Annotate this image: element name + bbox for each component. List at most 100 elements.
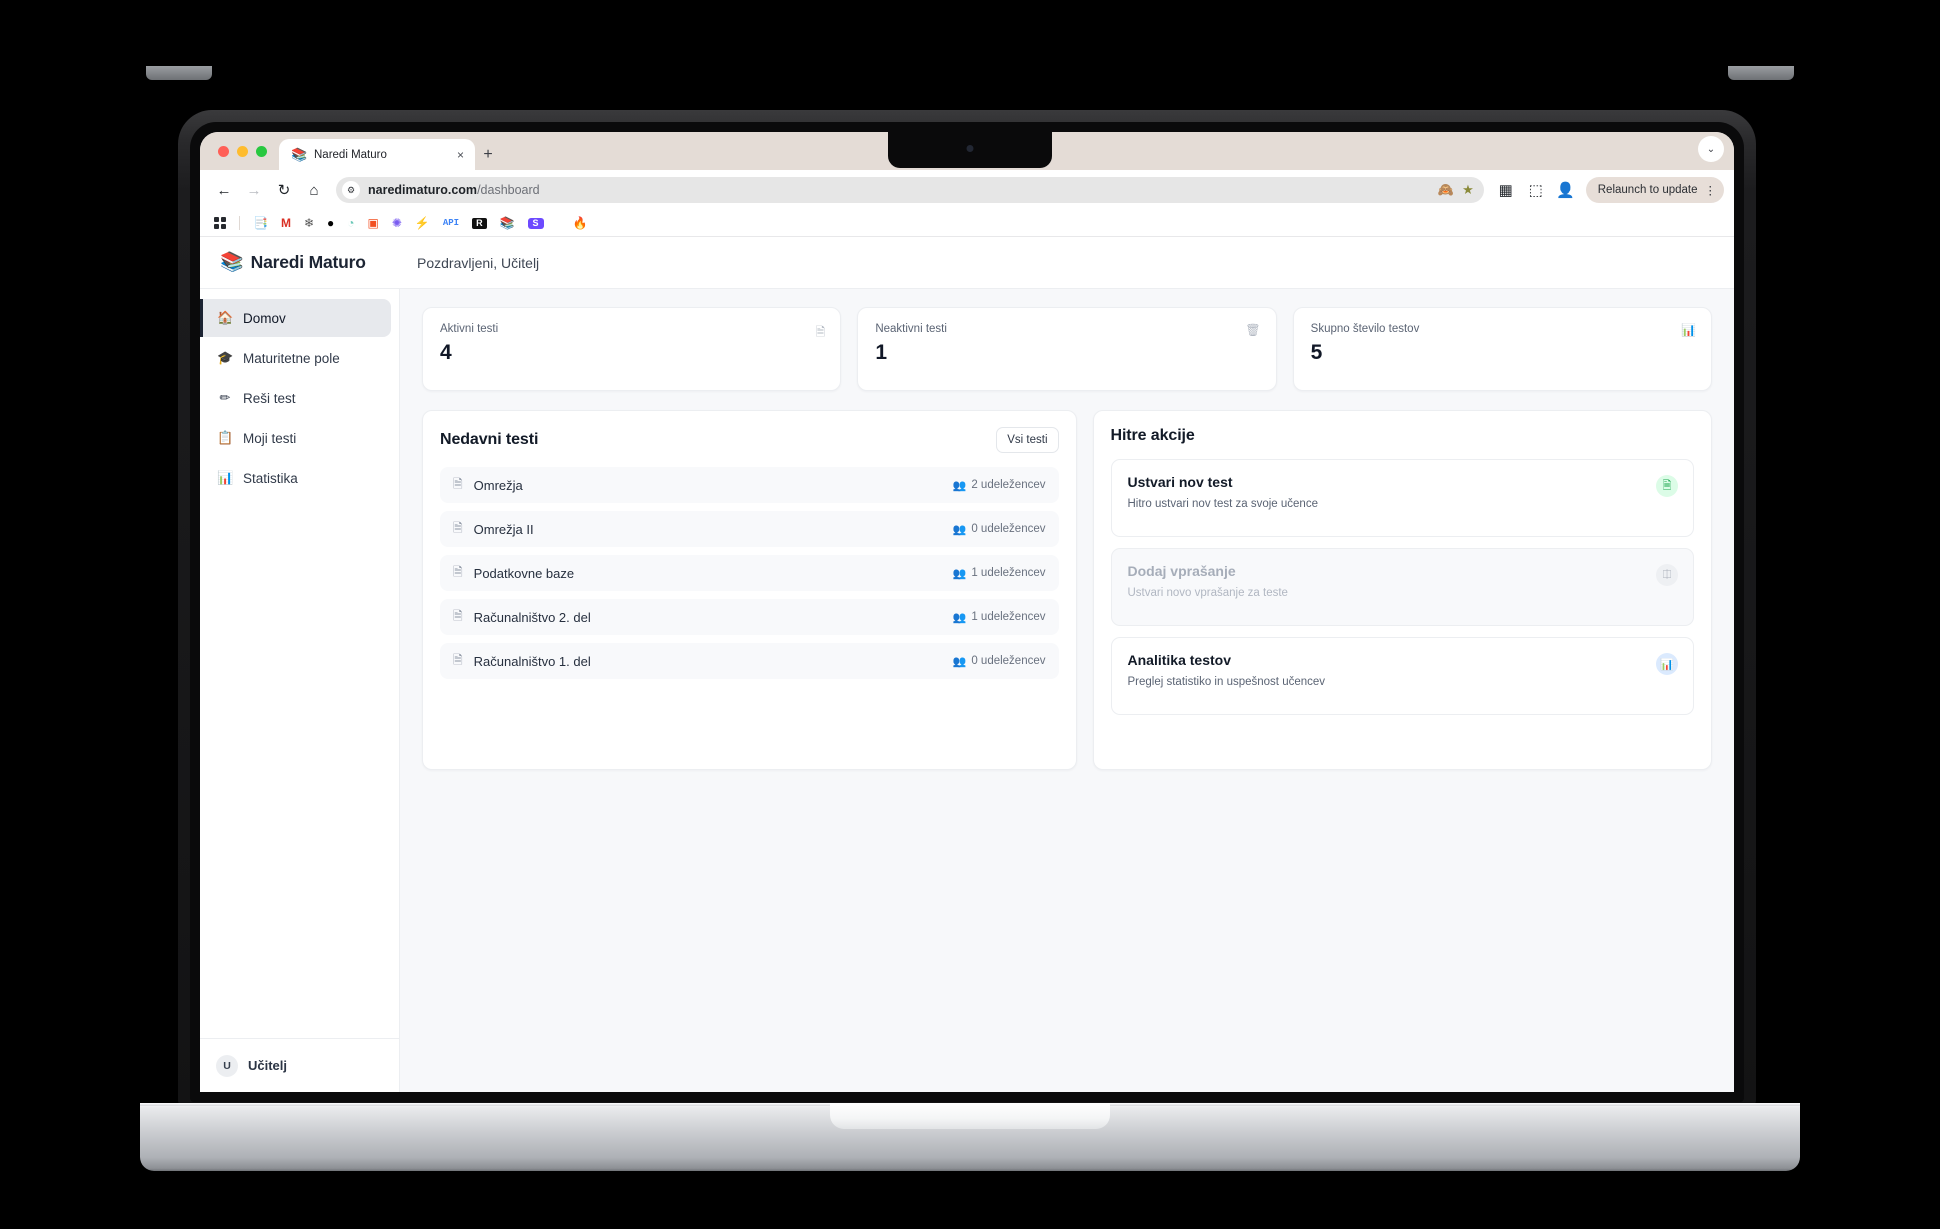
bookmark-firebase-icon[interactable]: 🔥 bbox=[573, 217, 588, 229]
address-bar-domain: naredimaturo.com bbox=[368, 183, 478, 197]
new-tab-button[interactable]: + bbox=[475, 139, 501, 170]
clipboard-icon: 📋 bbox=[217, 430, 234, 445]
bookmark-r-icon[interactable]: R bbox=[472, 217, 487, 229]
home-button[interactable]: ⌂ bbox=[300, 176, 328, 204]
document-icon: 🗎 bbox=[453, 564, 463, 579]
reload-button[interactable]: ↻ bbox=[270, 176, 298, 204]
action-title: Ustvari nov test bbox=[1127, 474, 1233, 490]
bookmark-api-icon[interactable]: API bbox=[443, 218, 459, 228]
action-card-analitika-testov[interactable]: Analitika testov Preglej statistiko in u… bbox=[1110, 637, 1694, 715]
test-item-left: 🗎 Omrežja II bbox=[453, 519, 534, 540]
brand-logo[interactable]: 📚 Naredi Maturo bbox=[200, 252, 400, 273]
tab-title: Naredi Maturo bbox=[314, 148, 387, 161]
laptop-base bbox=[140, 1103, 1800, 1171]
panel-title: Nedavni testi bbox=[440, 431, 539, 448]
bar-chart-icon: 📊 bbox=[217, 470, 234, 485]
apps-grid-icon[interactable] bbox=[214, 217, 226, 229]
people-icon: 👥 bbox=[952, 523, 967, 536]
panels-row: Nedavni testi Vsi testi 🗎 Omrežja 👥 2 ud… bbox=[422, 410, 1712, 770]
sidebar-item-statistika[interactable]: 📊 Statistika bbox=[200, 459, 391, 497]
tracking-protection-icon[interactable]: 🙈 bbox=[1438, 182, 1454, 198]
participants-count: 1 udeležencev bbox=[971, 567, 1046, 579]
stat-label: Aktivni testi bbox=[440, 323, 499, 335]
bookmark-google-docs-icon[interactable]: 📑 bbox=[253, 217, 268, 229]
bookmark-star-icon[interactable]: ★ bbox=[1462, 182, 1474, 198]
sidebar-item-maturitetne-pole[interactable]: 🎓 Maturitetne pole bbox=[200, 339, 391, 377]
participants-count: 1 udeležencev bbox=[971, 611, 1046, 623]
people-icon: 👥 bbox=[952, 611, 967, 624]
profile-avatar-icon[interactable]: 👤 bbox=[1552, 176, 1580, 204]
bookmark-chatgpt-icon[interactable]: ✺ bbox=[392, 217, 402, 229]
stat-label: Skupno število testov bbox=[1310, 323, 1420, 335]
action-card-dodaj-vprasanje: Dodaj vprašanje Ustvari novo vprašanje z… bbox=[1110, 548, 1694, 626]
participants-count: 0 udeležencev bbox=[971, 523, 1046, 535]
bookmark-mint-icon[interactable]: ◔ bbox=[347, 217, 354, 229]
maximize-window-button[interactable] bbox=[256, 145, 267, 157]
laptop-notch bbox=[888, 132, 1052, 168]
graduation-cap-icon: 🎓 bbox=[217, 350, 234, 365]
sidebar-item-label: Statistika bbox=[243, 470, 298, 486]
forward-button[interactable]: → bbox=[240, 176, 268, 204]
bookmarks-bar: 📑 M ❄ ● ◔ ▣ ✺ ⚡ API R 📚 S 🔥 bbox=[200, 210, 1734, 237]
test-participants: 👥 0 udeležencev bbox=[953, 655, 1046, 668]
sidebar-item-resi-test[interactable]: ✏ Reši test bbox=[200, 379, 391, 417]
test-list-item[interactable]: 🗎 Omrežja II 👥 0 udeležencev bbox=[440, 511, 1059, 547]
sidebar-user-profile[interactable]: U Učitelj bbox=[200, 1038, 399, 1092]
extensions-icon[interactable]: ⬚ bbox=[1522, 176, 1550, 204]
test-participants: 👥 0 udeležencev bbox=[953, 523, 1046, 536]
sidebar-item-label: Maturitetne pole bbox=[243, 350, 340, 366]
test-name: Računalništvo 1. del bbox=[473, 653, 591, 669]
stat-value: 1 bbox=[875, 341, 888, 364]
close-window-button[interactable] bbox=[218, 145, 229, 157]
test-item-left: 🗎 Računalništvo 2. del bbox=[453, 607, 591, 628]
app-body: 🏠 Domov 🎓 Maturitetne pole ✏ Reši test 📋… bbox=[200, 289, 1734, 1092]
minimize-window-button[interactable] bbox=[237, 145, 248, 157]
document-icon: 🗎 bbox=[453, 608, 463, 623]
quick-actions-panel: Hitre akcije Ustvari nov test Hitro ustv… bbox=[1092, 410, 1712, 770]
bookmark-s-icon[interactable]: S bbox=[527, 217, 544, 229]
bookmark-microsoft-icon[interactable]: ▣ bbox=[368, 217, 379, 229]
bookmark-openai-icon[interactable]: ❄ bbox=[304, 217, 314, 229]
all-tests-button[interactable]: Vsi testi bbox=[996, 427, 1059, 453]
stat-label: Neaktivni testi bbox=[875, 323, 947, 335]
bookmark-supabase-icon[interactable]: ⚡ bbox=[415, 217, 430, 229]
brain-icon: ⎅ bbox=[1656, 564, 1678, 586]
sidebar-item-label: Domov bbox=[243, 310, 286, 326]
action-card-ustvari-nov-test[interactable]: Ustvari nov test Hitro ustvari nov test … bbox=[1110, 459, 1694, 537]
recent-tests-panel: Nedavni testi Vsi testi 🗎 Omrežja 👥 2 ud… bbox=[422, 410, 1077, 770]
chevron-down-icon[interactable]: ⌄ bbox=[1698, 136, 1724, 162]
stats-row: Aktivni testi 4 🗎 Neaktivni testi 1 🗑 Sk… bbox=[422, 307, 1712, 391]
test-name: Podatkovne baze bbox=[473, 565, 575, 581]
laptop-screen: 📚 Naredi Maturo × + ⌄ ← → ↻ ⌂ ⚙ naredima… bbox=[200, 132, 1734, 1092]
address-bar[interactable]: ⚙ naredimaturo.com/dashboard 🙈 ★ bbox=[336, 177, 1484, 203]
browser-menu-icon[interactable]: ⋮ bbox=[1705, 183, 1717, 197]
test-list-item[interactable]: 🗎 Računalništvo 1. del 👥 0 udeležencev bbox=[440, 643, 1059, 679]
bookmark-vercel-icon[interactable]: ● bbox=[327, 217, 334, 229]
sidebar-item-domov[interactable]: 🏠 Domov bbox=[200, 299, 391, 337]
pencil-icon: ✏ bbox=[219, 390, 231, 405]
relaunch-to-update-button[interactable]: Relaunch to update ⋮ bbox=[1585, 177, 1724, 203]
laptop-foot-left bbox=[146, 66, 212, 80]
user-name: Učitelj bbox=[248, 1058, 288, 1073]
test-list-item[interactable]: 🗎 Računalništvo 2. del 👥 1 udeležencev bbox=[440, 599, 1059, 635]
sidebar-item-moji-testi[interactable]: 📋 Moji testi bbox=[200, 419, 391, 457]
bookmarks-divider bbox=[239, 216, 240, 230]
test-list-item[interactable]: 🗎 Podatkovne baze 👥 1 udeležencev bbox=[440, 555, 1059, 591]
site-settings-icon[interactable]: ⚙ bbox=[342, 181, 360, 199]
stat-card-neaktivni-testi: Neaktivni testi 1 🗑 bbox=[857, 307, 1277, 391]
bookmark-gmail-icon[interactable]: M bbox=[281, 217, 291, 229]
picture-in-picture-icon[interactable]: ▦ bbox=[1492, 176, 1520, 204]
close-tab-icon[interactable]: × bbox=[454, 148, 467, 162]
relaunch-label: Relaunch to update bbox=[1597, 184, 1698, 196]
test-name: Omrežja II bbox=[473, 521, 534, 537]
action-description: Preglej statistiko in uspešnost učencev bbox=[1127, 676, 1326, 688]
tab-favicon-icon: 📚 bbox=[291, 147, 308, 162]
back-button[interactable]: ← bbox=[210, 176, 238, 204]
archive-icon: 🗑 bbox=[1245, 323, 1261, 337]
browser-tab-active[interactable]: 📚 Naredi Maturo × bbox=[279, 139, 475, 170]
test-name: Omrežja bbox=[473, 477, 523, 493]
test-name: Računalništvo 2. del bbox=[473, 609, 591, 625]
test-list-item[interactable]: 🗎 Omrežja 👥 2 udeležencev bbox=[440, 467, 1059, 503]
bookmark-naredi-maturo-icon[interactable]: 📚 bbox=[500, 217, 515, 229]
test-item-left: 🗎 Podatkovne baze bbox=[453, 563, 574, 584]
